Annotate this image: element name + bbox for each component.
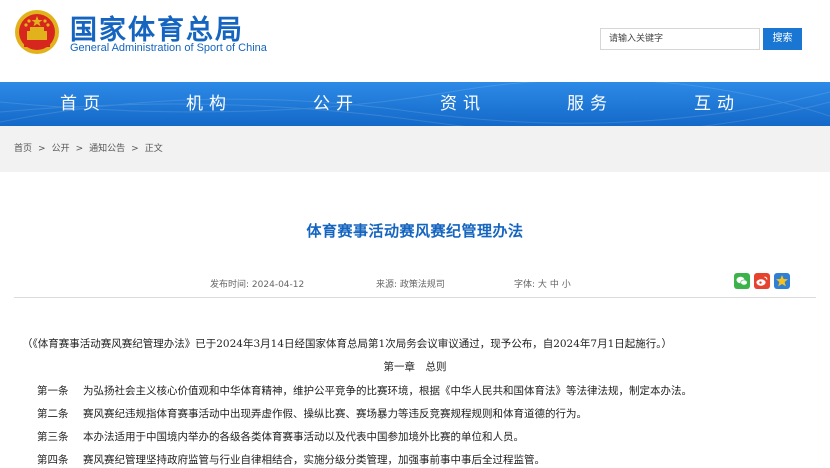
article-clause: 第一条 为弘扬社会主义核心价值观和中华体育精神，维护公平竞争的比赛环境，根据《中华… xyxy=(37,383,692,398)
font-size-large[interactable]: 大 xyxy=(538,280,547,290)
breadcrumb-home[interactable]: 首页 xyxy=(14,144,32,154)
nav-item-interaction[interactable]: 互动 xyxy=(672,82,762,126)
article-clause: 第二条 赛风赛纪违规指体育赛事活动中出现弄虚作假、操纵比赛、赛场暴力等违反竞赛规程… xyxy=(37,406,587,421)
breadcrumb-separator: > xyxy=(75,144,84,154)
publish-time: 发布时间: 2024-04-12 xyxy=(210,277,304,290)
search-input[interactable] xyxy=(600,28,760,50)
clause-text: 本办法适用于中国境内举办的各级各类体育赛事活动以及代表中国参加境外比赛的单位和人… xyxy=(83,431,524,443)
site-header: 国家体育总局 General Administration of Sport o… xyxy=(0,0,830,82)
source-label: 来源: xyxy=(376,280,398,290)
breadcrumb-separator: > xyxy=(38,144,46,154)
main-nav: 首页 机构 公开 资讯 服务 互动 xyxy=(0,82,830,126)
qzone-icon[interactable] xyxy=(774,273,790,289)
breadcrumb-bar: 首页 > 公开 > 通知公告 > 正文 xyxy=(0,126,830,172)
article-clause: 第三条 本办法适用于中国境内举办的各级各类体育赛事活动以及代表中国参加境外比赛的单… xyxy=(37,429,524,444)
breadcrumb-notices[interactable]: 通知公告 xyxy=(89,144,125,154)
national-emblem-icon[interactable] xyxy=(14,9,60,55)
article-intro: （《体育赛事活动赛风赛纪管理办法》已于2024年3月14日经国家体育总局第1次局… xyxy=(22,338,673,350)
article-source: 来源: 政策法规司 xyxy=(376,277,445,290)
breadcrumb-separator: > xyxy=(131,144,139,154)
clause-number: 第三条 xyxy=(37,431,69,443)
breadcrumb-current: 正文 xyxy=(144,144,163,154)
nav-item-news[interactable]: 资讯 xyxy=(418,82,508,126)
clause-text: 为弘扬社会主义核心价值观和中华体育精神，维护公平竞争的比赛环境，根据《中华人民共… xyxy=(83,385,692,397)
nav-item-service[interactable]: 服务 xyxy=(545,82,635,126)
nav-item-home[interactable]: 首页 xyxy=(38,82,128,126)
clause-number: 第二条 xyxy=(37,408,69,420)
publish-label: 发布时间: xyxy=(210,280,250,290)
font-size-small[interactable]: 小 xyxy=(562,280,571,290)
breadcrumb-public[interactable]: 公开 xyxy=(52,144,70,154)
breadcrumb: 首页 > 公开 > 通知公告 > 正文 xyxy=(14,141,169,154)
chapter-heading: 第一章 总则 xyxy=(383,361,447,373)
publish-date: 2024-04-12 xyxy=(251,280,305,290)
weibo-icon[interactable] xyxy=(754,273,770,289)
nav-item-organization[interactable]: 机构 xyxy=(164,82,254,126)
font-size-switcher: 字体: 大 中 小 xyxy=(514,277,571,290)
clause-number: 第一条 xyxy=(37,385,69,397)
meta-divider xyxy=(14,297,816,298)
nav-item-public[interactable]: 公开 xyxy=(291,82,381,126)
source-value: 政策法规司 xyxy=(399,280,445,290)
article-clause: 第四条 赛风赛纪管理坚持政府监管与行业自律相结合，实施分级分类管理，加强事前事中事… xyxy=(37,452,545,467)
font-size-medium[interactable]: 中 xyxy=(550,280,559,290)
search-button[interactable]: 搜索 xyxy=(763,28,802,50)
site-name-en[interactable]: General Administration of Sport of China xyxy=(70,42,267,54)
clause-text: 赛风赛纪管理坚持政府监管与行业自律相结合，实施分级分类管理，加强事前事中事后全过… xyxy=(83,454,545,466)
wechat-icon[interactable] xyxy=(734,273,750,289)
article-title: 体育赛事活动赛风赛纪管理办法 xyxy=(306,222,524,240)
clause-number: 第四条 xyxy=(37,454,69,466)
font-label: 字体: xyxy=(514,280,536,290)
clause-text: 赛风赛纪违规指体育赛事活动中出现弄虚作假、操纵比赛、赛场暴力等违反竞赛规程规则和… xyxy=(83,408,587,420)
